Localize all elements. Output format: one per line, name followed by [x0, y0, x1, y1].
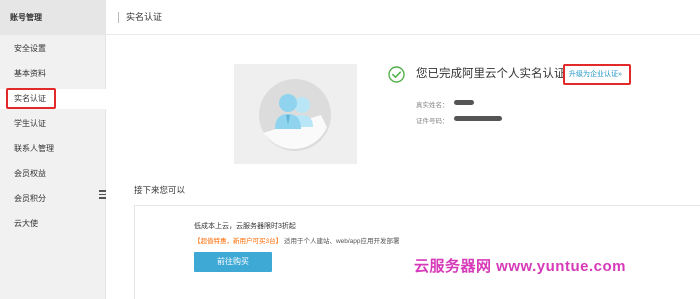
real-name-label: 真实姓名：: [416, 102, 449, 109]
sidebar-item-contacts[interactable]: 联系人管理: [0, 139, 106, 159]
offer-highlight: 【超值特惠，新用户可买3台】: [194, 238, 283, 245]
user-card-illustration: [263, 94, 327, 149]
id-number-masked: [454, 116, 502, 121]
watermark-text: 云服务器网 www.yuntue.com: [414, 258, 626, 275]
offer-description: 【超值特惠，新用户可买3台】 适用于个人建站、web/app应用开发部署: [194, 235, 400, 245]
highlight-box-upgrade: [563, 64, 631, 85]
next-steps-title: 接下来您可以: [134, 185, 186, 195]
verification-status-text: 您已完成阿里云个人实名认证: [416, 68, 566, 80]
sidebar: 账号管理 安全设置 基本资料 实名认证 学生认证 联系人管理 会员权益 会员积分…: [0, 0, 106, 299]
sidebar-item-basic-info[interactable]: 基本资料: [0, 64, 106, 84]
real-name-masked: [454, 100, 474, 105]
page-title: 实名认证: [126, 12, 163, 22]
header-divider: [118, 12, 119, 23]
id-number-label: 证件号码：: [416, 118, 449, 125]
sidebar-item-student-auth[interactable]: 学生认证: [0, 114, 106, 134]
buy-button[interactable]: 前往购买: [194, 252, 272, 272]
sidebar-item-security-settings[interactable]: 安全设置: [0, 39, 106, 59]
sidebar-item-member-benefits[interactable]: 会员权益: [0, 164, 106, 184]
sidebar-item-member-points[interactable]: 会员积分: [0, 189, 106, 209]
menu-collapse-icon[interactable]: [97, 188, 107, 202]
offer-desc-text: 适用于个人建站、web/app应用开发部署: [283, 238, 400, 245]
page-header: 实名认证: [106, 0, 700, 35]
sidebar-item-cloud-ambassador[interactable]: 云大使: [0, 214, 106, 234]
offer-title: 低成本上云，云服务器限时3折起: [194, 223, 296, 230]
check-circle-icon: [388, 66, 405, 83]
sidebar-title: 账号管理: [0, 0, 106, 35]
highlight-box-real-name-auth: [6, 88, 56, 109]
